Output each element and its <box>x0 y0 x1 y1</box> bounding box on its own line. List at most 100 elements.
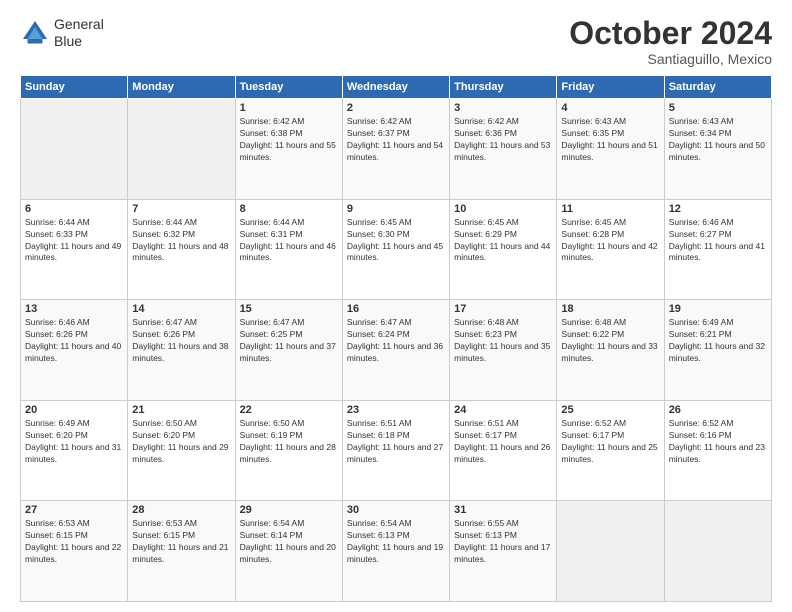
day-number: 31 <box>454 504 552 516</box>
calendar-cell: 20Sunrise: 6:49 AM Sunset: 6:20 PM Dayli… <box>21 400 128 501</box>
calendar-cell: 29 Sunrise: 6:54 AM Sunset: 6:14 PM Dayli… <box>235 501 342 602</box>
calendar-week-row: 6 Sunrise: 6:44 AM Sunset: 6:33 PM Daylig… <box>21 199 772 300</box>
day-number: 1 <box>240 102 338 114</box>
title-block: October 2024 Santiaguillo, Mexico <box>569 16 772 67</box>
day-number: 4 <box>561 102 659 114</box>
calendar-table: SundayMondayTuesdayWednesdayThursdayFrid… <box>20 75 772 602</box>
calendar-week-row: 13 Sunrise: 6:46 AM Sunset: 6:26 PM Dayli… <box>21 300 772 401</box>
day-number: 13 <box>25 303 123 315</box>
day-number: 27 <box>25 504 123 516</box>
day-info: Sunrise: 6:43 AM Sunset: 6:35 PM Dayligh… <box>561 116 659 164</box>
calendar-cell: 21 Sunrise: 6:50 AM Sunset: 6:20 PM Dayli… <box>128 400 235 501</box>
day-number: 9 <box>347 203 445 215</box>
calendar-cell: 24 Sunrise: 6:51 AM Sunset: 6:17 PM Dayli… <box>450 400 557 501</box>
calendar-cell: 2 Sunrise: 6:42 AM Sunset: 6:37 PM Daylig… <box>342 99 449 200</box>
calendar-cell: 25 Sunrise: 6:52 AM Sunset: 6:17 PM Dayli… <box>557 400 664 501</box>
day-of-week-header: Thursday <box>450 76 557 99</box>
day-info: Sunrise: 6:55 AM Sunset: 6:13 PM Dayligh… <box>454 518 552 566</box>
day-number: 3 <box>454 102 552 114</box>
day-of-week-header: Sunday <box>21 76 128 99</box>
day-info: Sunrise: 6:54 AM Sunset: 6:13 PM Dayligh… <box>347 518 445 566</box>
day-info: Sunrise: 6:48 AM Sunset: 6:23 PM Dayligh… <box>454 317 552 365</box>
day-of-week-header: Monday <box>128 76 235 99</box>
calendar-cell: 16Sunrise: 6:47 AM Sunset: 6:24 PM Dayli… <box>342 300 449 401</box>
day-number: 21 <box>132 404 230 416</box>
day-info: Sunrise: 6:50 AM Sunset: 6:20 PM Dayligh… <box>132 418 230 466</box>
calendar-week-row: 27Sunrise: 6:53 AM Sunset: 6:15 PM Dayli… <box>21 501 772 602</box>
calendar-week-row: 20Sunrise: 6:49 AM Sunset: 6:20 PM Dayli… <box>21 400 772 501</box>
day-info: Sunrise: 6:43 AM Sunset: 6:34 PM Dayligh… <box>669 116 767 164</box>
calendar-cell: 18Sunrise: 6:48 AM Sunset: 6:22 PM Dayli… <box>557 300 664 401</box>
day-number: 2 <box>347 102 445 114</box>
day-number: 5 <box>669 102 767 114</box>
day-number: 19 <box>669 303 767 315</box>
calendar-cell: 28Sunrise: 6:53 AM Sunset: 6:15 PM Dayli… <box>128 501 235 602</box>
day-info: Sunrise: 6:47 AM Sunset: 6:25 PM Dayligh… <box>240 317 338 365</box>
logo-icon <box>20 18 50 48</box>
day-number: 16 <box>347 303 445 315</box>
calendar-cell: 22 Sunrise: 6:50 AM Sunset: 6:19 PM Dayli… <box>235 400 342 501</box>
day-of-week-header: Wednesday <box>342 76 449 99</box>
day-info: Sunrise: 6:54 AM Sunset: 6:14 PM Dayligh… <box>240 518 338 566</box>
day-number: 29 <box>240 504 338 516</box>
calendar-cell: 9Sunrise: 6:45 AM Sunset: 6:30 PM Daylig… <box>342 199 449 300</box>
day-number: 25 <box>561 404 659 416</box>
day-number: 14 <box>132 303 230 315</box>
day-info: Sunrise: 6:44 AM Sunset: 6:31 PM Dayligh… <box>240 217 338 265</box>
day-of-week-header: Tuesday <box>235 76 342 99</box>
calendar-cell <box>128 99 235 200</box>
day-number: 24 <box>454 404 552 416</box>
day-info: Sunrise: 6:45 AM Sunset: 6:28 PM Dayligh… <box>561 217 659 265</box>
calendar-cell: 7 Sunrise: 6:44 AM Sunset: 6:32 PM Daylig… <box>128 199 235 300</box>
subtitle: Santiaguillo, Mexico <box>569 51 772 67</box>
calendar-cell: 4 Sunrise: 6:43 AM Sunset: 6:35 PM Daylig… <box>557 99 664 200</box>
day-info: Sunrise: 6:46 AM Sunset: 6:26 PM Dayligh… <box>25 317 123 365</box>
day-number: 17 <box>454 303 552 315</box>
day-number: 10 <box>454 203 552 215</box>
calendar-cell: 19Sunrise: 6:49 AM Sunset: 6:21 PM Dayli… <box>664 300 771 401</box>
header: General Blue October 2024 Santiaguillo, … <box>20 16 772 67</box>
day-number: 7 <box>132 203 230 215</box>
calendar-cell: 30 Sunrise: 6:54 AM Sunset: 6:13 PM Dayli… <box>342 501 449 602</box>
day-info: Sunrise: 6:44 AM Sunset: 6:32 PM Dayligh… <box>132 217 230 265</box>
calendar-cell: 3 Sunrise: 6:42 AM Sunset: 6:36 PM Daylig… <box>450 99 557 200</box>
day-number: 30 <box>347 504 445 516</box>
day-number: 22 <box>240 404 338 416</box>
calendar-cell: 26 Sunrise: 6:52 AM Sunset: 6:16 PM Dayli… <box>664 400 771 501</box>
calendar-cell: 8Sunrise: 6:44 AM Sunset: 6:31 PM Daylig… <box>235 199 342 300</box>
main-title: October 2024 <box>569 16 772 51</box>
calendar-cell: 31 Sunrise: 6:55 AM Sunset: 6:13 PM Dayli… <box>450 501 557 602</box>
day-info: Sunrise: 6:42 AM Sunset: 6:36 PM Dayligh… <box>454 116 552 164</box>
day-info: Sunrise: 6:51 AM Sunset: 6:17 PM Dayligh… <box>454 418 552 466</box>
day-info: Sunrise: 6:52 AM Sunset: 6:17 PM Dayligh… <box>561 418 659 466</box>
calendar-cell: 10Sunrise: 6:45 AM Sunset: 6:29 PM Dayli… <box>450 199 557 300</box>
calendar-cell <box>21 99 128 200</box>
calendar-cell <box>557 501 664 602</box>
day-info: Sunrise: 6:44 AM Sunset: 6:33 PM Dayligh… <box>25 217 123 265</box>
calendar-cell: 5 Sunrise: 6:43 AM Sunset: 6:34 PM Daylig… <box>664 99 771 200</box>
day-number: 6 <box>25 203 123 215</box>
day-number: 28 <box>132 504 230 516</box>
day-info: Sunrise: 6:48 AM Sunset: 6:22 PM Dayligh… <box>561 317 659 365</box>
calendar-cell: 1Sunrise: 6:42 AM Sunset: 6:38 PM Daylig… <box>235 99 342 200</box>
day-number: 12 <box>669 203 767 215</box>
calendar-cell: 6 Sunrise: 6:44 AM Sunset: 6:33 PM Daylig… <box>21 199 128 300</box>
day-info: Sunrise: 6:46 AM Sunset: 6:27 PM Dayligh… <box>669 217 767 265</box>
logo-text: General Blue <box>54 16 104 50</box>
calendar-cell: 12 Sunrise: 6:46 AM Sunset: 6:27 PM Dayli… <box>664 199 771 300</box>
calendar-cell: 13 Sunrise: 6:46 AM Sunset: 6:26 PM Dayli… <box>21 300 128 401</box>
day-number: 15 <box>240 303 338 315</box>
day-info: Sunrise: 6:50 AM Sunset: 6:19 PM Dayligh… <box>240 418 338 466</box>
day-number: 11 <box>561 203 659 215</box>
calendar-cell: 23Sunrise: 6:51 AM Sunset: 6:18 PM Dayli… <box>342 400 449 501</box>
calendar-cell: 14Sunrise: 6:47 AM Sunset: 6:26 PM Dayli… <box>128 300 235 401</box>
day-info: Sunrise: 6:52 AM Sunset: 6:16 PM Dayligh… <box>669 418 767 466</box>
day-info: Sunrise: 6:49 AM Sunset: 6:20 PM Dayligh… <box>25 418 123 466</box>
day-info: Sunrise: 6:42 AM Sunset: 6:37 PM Dayligh… <box>347 116 445 164</box>
day-number: 26 <box>669 404 767 416</box>
calendar-cell: 17 Sunrise: 6:48 AM Sunset: 6:23 PM Dayli… <box>450 300 557 401</box>
calendar-header-row: SundayMondayTuesdayWednesdayThursdayFrid… <box>21 76 772 99</box>
day-number: 23 <box>347 404 445 416</box>
page: General Blue October 2024 Santiaguillo, … <box>0 0 792 612</box>
calendar-week-row: 1Sunrise: 6:42 AM Sunset: 6:38 PM Daylig… <box>21 99 772 200</box>
